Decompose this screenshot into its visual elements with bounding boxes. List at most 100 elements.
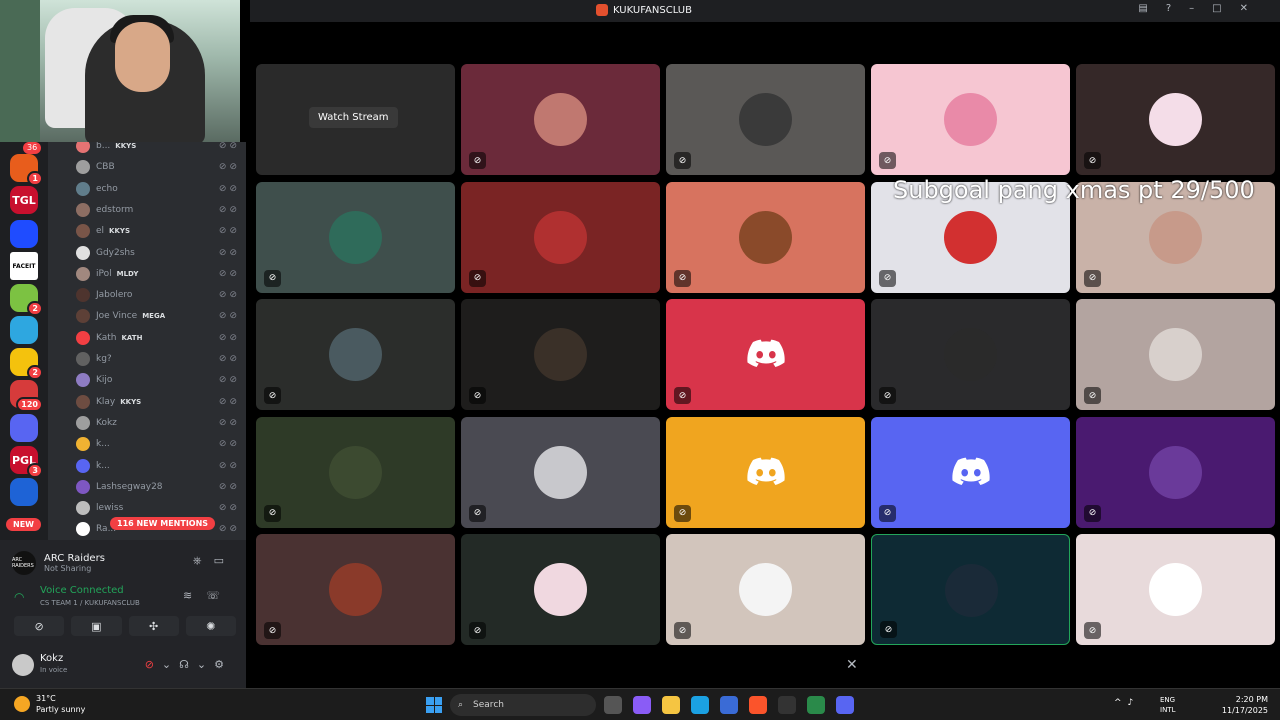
member-row[interactable]: echo ⊘⊘ bbox=[76, 179, 246, 199]
screen-share-icon[interactable]: ▭ bbox=[214, 554, 236, 567]
voice-stage: Watch Stream ⊘ ⊘ ⊘ ⊘ ⊘ ⊘ ⊘ ⊘ ⊘ ⊘ ⊘ ⊘ ⊘ ⊘ ⊘ ⊘ ⊘ ⊘ ⊘ ⊘ ⊘ ⊘ ⊘ ⊘ bbox=[250, 22, 1280, 688]
camera-off-button[interactable]: ⊘ bbox=[14, 616, 65, 636]
participant-tile[interactable]: ⊘ bbox=[256, 299, 455, 410]
participant-tile[interactable]: ⊘ bbox=[1076, 416, 1275, 528]
new-mentions-pill[interactable]: 116 NEW MENTIONS bbox=[110, 517, 216, 530]
close-icon[interactable]: ✕ bbox=[1240, 3, 1266, 14]
brave-icon[interactable] bbox=[749, 696, 767, 714]
help-icon[interactable]: ? bbox=[1166, 3, 1189, 14]
member-row[interactable]: Jabolero ⊘⊘ bbox=[76, 285, 246, 305]
task-view-icon[interactable] bbox=[604, 696, 622, 714]
participant-tile[interactable]: ⊘ bbox=[871, 299, 1070, 410]
member-row[interactable]: Kijo ⊘⊘ bbox=[76, 370, 246, 390]
member-row[interactable]: Kath KATH ⊘⊘ bbox=[76, 328, 246, 348]
member-row[interactable]: k... ⊘⊘ bbox=[76, 434, 246, 454]
gear-icon[interactable]: ⚙ bbox=[214, 658, 232, 671]
server-1-icon[interactable]: 1 bbox=[10, 154, 43, 186]
file-explorer-icon[interactable] bbox=[662, 696, 680, 714]
participant-tile[interactable]: ⊘ bbox=[871, 416, 1070, 528]
voice-connected-label[interactable]: Voice Connected bbox=[40, 585, 124, 596]
server-6-icon[interactable] bbox=[10, 316, 38, 344]
participant-tile[interactable]: ⊘ bbox=[871, 64, 1070, 175]
member-row[interactable]: edstorm ⊘⊘ bbox=[76, 200, 246, 220]
discord-icon[interactable] bbox=[836, 696, 854, 714]
participant-tile[interactable]: ⊘ bbox=[1076, 64, 1275, 175]
server-7-icon[interactable]: 2 bbox=[10, 348, 43, 380]
minimize-icon[interactable]: – bbox=[1189, 3, 1212, 14]
server-5-icon[interactable]: 2 bbox=[10, 284, 43, 316]
member-row[interactable]: k... ⊘⊘ bbox=[76, 456, 246, 476]
server-3-icon[interactable] bbox=[10, 220, 38, 248]
voice-channel-label[interactable]: CS TEAM 1 / KUKUFANSCLUB bbox=[40, 599, 140, 607]
server-pgl-icon[interactable]: PGL 3 bbox=[10, 446, 43, 478]
chevron-down-icon[interactable]: ⌄ bbox=[162, 658, 179, 671]
participant-tile[interactable]: ⊘ bbox=[666, 181, 865, 293]
participant-tile[interactable]: ⊘ bbox=[871, 534, 1070, 645]
new-pill[interactable]: NEW bbox=[6, 518, 41, 531]
server-faceit-icon[interactable]: FACEIT bbox=[10, 252, 38, 280]
server-8-icon[interactable]: 120 bbox=[10, 380, 43, 412]
participant-tile[interactable]: ⊘ bbox=[666, 416, 865, 528]
share-screen-button[interactable]: ▣ bbox=[71, 616, 122, 636]
participant-tile[interactable]: ⊘ bbox=[256, 181, 455, 293]
search-input[interactable]: ⌕ Search bbox=[450, 694, 596, 716]
system-tray[interactable]: ^♪ bbox=[1114, 698, 1139, 708]
participant-tile[interactable]: ⊘ bbox=[666, 64, 865, 175]
pen-icon[interactable] bbox=[807, 696, 825, 714]
member-row[interactable]: Joe Vince MEGA ⊘⊘ bbox=[76, 306, 246, 326]
close-icon[interactable]: ✕ bbox=[846, 657, 858, 673]
copilot-icon[interactable] bbox=[633, 696, 651, 714]
member-row[interactable]: kg? ⊘⊘ bbox=[76, 349, 246, 369]
activities-button[interactable]: ✣ bbox=[128, 616, 179, 636]
edge-icon[interactable] bbox=[691, 696, 709, 714]
participant-tile[interactable]: ⊘ bbox=[256, 416, 455, 528]
chevron-up-icon[interactable]: ^ bbox=[1114, 698, 1128, 708]
participant-tile[interactable]: ⊘ bbox=[461, 181, 660, 293]
participant-tile[interactable]: ⊘ bbox=[461, 534, 660, 645]
server-rail: 1 TGL FACEIT 2 2 120 PGL 3 bbox=[0, 142, 48, 540]
mute-mic-icon[interactable]: ⊘ bbox=[145, 658, 162, 671]
disconnect-icon[interactable]: ☏ bbox=[206, 589, 234, 602]
member-row[interactable]: iPol MLDY ⊘⊘ bbox=[76, 264, 246, 284]
mic-icon[interactable]: ♪ bbox=[1128, 698, 1140, 708]
participant-tile[interactable]: ⊘ bbox=[1076, 299, 1275, 410]
inbox-icon[interactable]: ▤ bbox=[1138, 3, 1165, 14]
gamepad-icon[interactable]: ⎈ bbox=[193, 554, 214, 567]
participant-tile[interactable]: ⊘ bbox=[461, 416, 660, 528]
weather-widget[interactable]: 31°C Partly sunny bbox=[14, 693, 85, 715]
participant-tile[interactable]: ⊘ bbox=[256, 534, 455, 645]
maximize-icon[interactable]: □ bbox=[1212, 3, 1239, 14]
stream-tile[interactable]: Watch Stream bbox=[256, 64, 455, 175]
watch-stream-button[interactable]: Watch Stream bbox=[309, 107, 398, 128]
member-row[interactable]: CBB ⊘⊘ bbox=[76, 157, 246, 177]
participant-tile[interactable]: ⊘ bbox=[461, 64, 660, 175]
member-row[interactable]: Klay KKYS ⊘⊘ bbox=[76, 392, 246, 412]
participant-tile[interactable]: ⊘ bbox=[461, 299, 660, 410]
participant-tile[interactable]: ⊘ bbox=[666, 534, 865, 645]
muted-deafened-icon: ⊘⊘ bbox=[218, 439, 240, 450]
participant-tile[interactable]: ⊘ bbox=[666, 299, 865, 410]
server-11-icon[interactable] bbox=[10, 478, 38, 506]
windows-start-icon[interactable] bbox=[426, 697, 442, 713]
language-indicator[interactable]: ENG INTL bbox=[1160, 695, 1175, 715]
member-row[interactable]: Kokz ⊘⊘ bbox=[76, 413, 246, 433]
server-folder-icon[interactable] bbox=[10, 414, 38, 442]
member-row[interactable]: Lashsegway28 ⊘⊘ bbox=[76, 477, 246, 497]
chevron-down-icon[interactable]: ⌄ bbox=[197, 658, 214, 671]
noise-suppression-icon[interactable]: ≋ bbox=[183, 589, 206, 602]
headphones-icon[interactable]: ☊ bbox=[179, 658, 197, 671]
member-row[interactable]: Gdy2shs ⊘⊘ bbox=[76, 243, 246, 263]
member-row[interactable]: b... KKYS ⊘⊘ bbox=[76, 142, 246, 156]
avatar[interactable] bbox=[12, 654, 34, 676]
participant-tile[interactable]: ⊘ bbox=[1076, 534, 1275, 645]
store-icon[interactable] bbox=[720, 696, 738, 714]
signal-icon[interactable]: ◠ bbox=[14, 590, 24, 604]
obs-icon[interactable] bbox=[778, 696, 796, 714]
member-row[interactable]: el KKYS ⊘⊘ bbox=[76, 221, 246, 241]
activity-buttons[interactable]: ⎈▭ bbox=[193, 554, 236, 568]
user-name[interactable]: Kokz bbox=[40, 653, 63, 664]
soundboard-button[interactable]: ✺ bbox=[185, 616, 236, 636]
clock[interactable]: 2:20 PM 11/17/2025 bbox=[1222, 694, 1268, 716]
server-tgl-icon[interactable]: TGL bbox=[10, 186, 38, 214]
member-row[interactable]: lewiss ⊘⊘ bbox=[76, 498, 246, 518]
